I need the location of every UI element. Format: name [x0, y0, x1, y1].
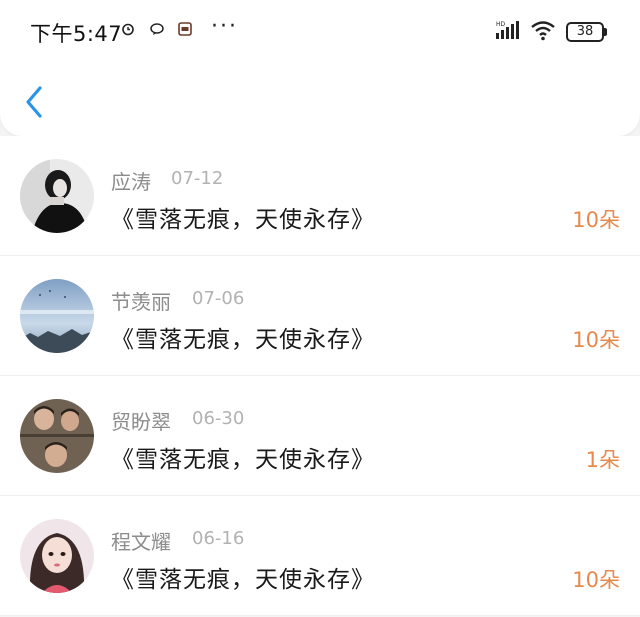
status-bar: 下午5:47 ··· HD 38 — [0, 0, 640, 62]
signal-icon: HD — [496, 21, 519, 39]
sender-name: 贸盼翠 — [111, 410, 171, 434]
back-button[interactable] — [22, 84, 48, 120]
list-item[interactable]: 应涛 07-12 《雪落无痕，天使永存》 10朵 — [0, 136, 640, 256]
list-item[interactable]: 程文耀 06-16 《雪落无痕，天使永存》 10朵 — [0, 496, 640, 616]
avatar — [20, 399, 94, 473]
send-date: 07-12 — [171, 168, 224, 189]
status-time: 下午5:47 — [30, 22, 123, 46]
send-date: 06-30 — [192, 408, 245, 429]
list-item[interactable]: 贸盼翠 06-30 《雪落无痕，天使永存》 1朵 — [0, 376, 640, 496]
record-list: 应涛 07-12 《雪落无痕，天使永存》 10朵 节羡丽 07-06 《雪落无痕… — [0, 136, 640, 616]
svg-text:HD: HD — [496, 21, 506, 28]
flower-count: 10朵 — [572, 568, 620, 592]
alarm-icon — [122, 23, 134, 36]
send-date: 07-06 — [192, 288, 245, 309]
item-title: 《雪落无痕，天使永存》 — [111, 567, 375, 593]
battery-icon: 38 — [566, 22, 607, 42]
more-notifications: ··· — [211, 14, 238, 39]
item-title: 《雪落无痕，天使永存》 — [111, 447, 375, 473]
sender-name: 程文耀 — [111, 530, 171, 554]
flower-count: 10朵 — [572, 208, 620, 232]
flower-count: 10朵 — [572, 328, 620, 352]
item-title: 《雪落无痕，天使永存》 — [111, 327, 375, 353]
avatar — [20, 159, 94, 233]
avatar — [20, 279, 94, 353]
item-title: 《雪落无痕，天使永存》 — [111, 207, 375, 233]
send-date: 06-16 — [192, 528, 245, 549]
header: 下午5:47 ··· HD 38 — [0, 0, 640, 136]
flower-count: 1朵 — [585, 448, 620, 472]
chat-icon — [150, 23, 164, 35]
chevron-left-icon — [26, 86, 42, 118]
app-icon — [178, 22, 192, 36]
sender-name: 应涛 — [111, 170, 151, 194]
avatar — [20, 519, 94, 593]
wifi-icon — [531, 21, 555, 41]
sender-name: 节羡丽 — [111, 290, 171, 314]
list-item[interactable]: 节羡丽 07-06 《雪落无痕，天使永存》 10朵 — [0, 256, 640, 376]
